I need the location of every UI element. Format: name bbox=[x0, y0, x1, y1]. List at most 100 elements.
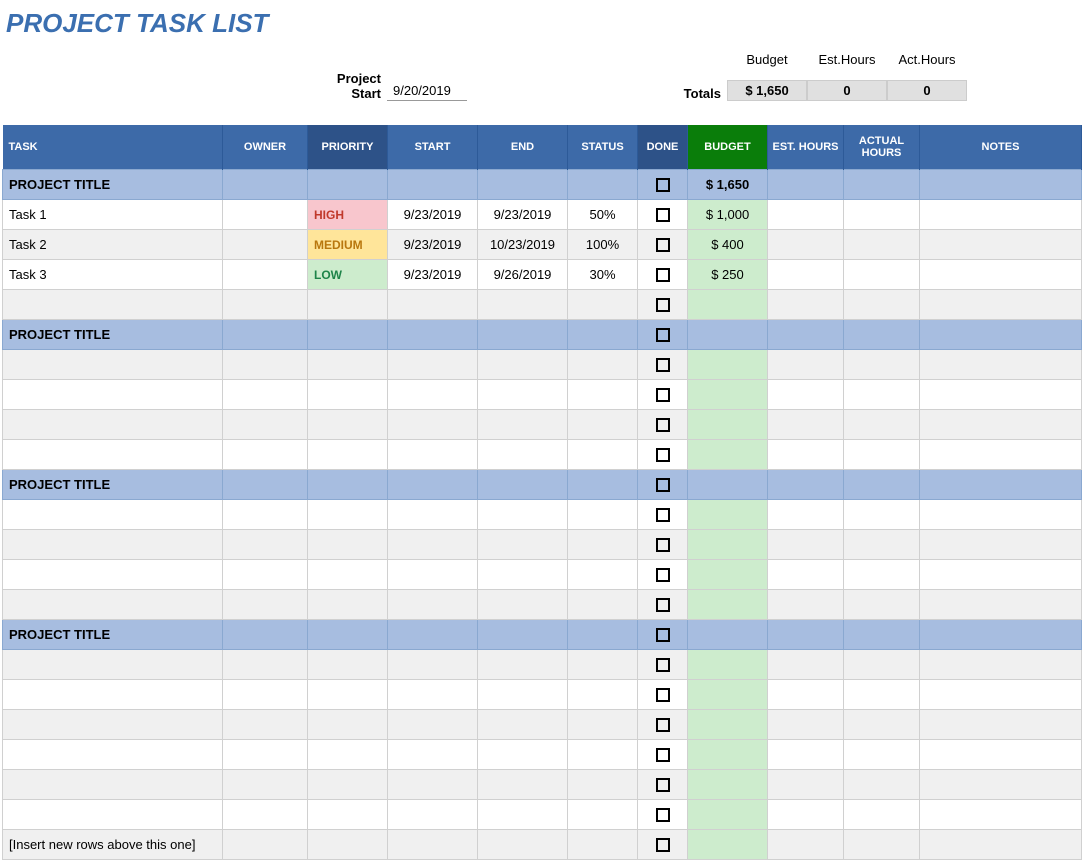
budget-cell[interactable]: $ 1,000 bbox=[688, 200, 768, 230]
actual-hours-cell[interactable] bbox=[844, 830, 920, 860]
priority-cell[interactable] bbox=[308, 530, 388, 560]
start-cell[interactable] bbox=[388, 470, 478, 500]
priority-cell[interactable] bbox=[308, 470, 388, 500]
footer-text[interactable]: [Insert new rows above this one] bbox=[3, 830, 223, 860]
budget-cell[interactable] bbox=[688, 380, 768, 410]
end-cell[interactable]: 10/23/2019 bbox=[478, 230, 568, 260]
task-cell[interactable]: PROJECT TITLE bbox=[3, 620, 223, 650]
task-cell[interactable] bbox=[3, 410, 223, 440]
budget-cell[interactable] bbox=[688, 830, 768, 860]
task-cell[interactable]: Task 2 bbox=[3, 230, 223, 260]
est-hours-cell[interactable] bbox=[768, 290, 844, 320]
notes-cell[interactable] bbox=[920, 230, 1082, 260]
actual-hours-cell[interactable] bbox=[844, 470, 920, 500]
task-cell[interactable] bbox=[3, 770, 223, 800]
notes-cell[interactable] bbox=[920, 440, 1082, 470]
est-hours-cell[interactable] bbox=[768, 800, 844, 830]
est-hours-cell[interactable] bbox=[768, 560, 844, 590]
checkbox-icon[interactable] bbox=[656, 718, 670, 732]
budget-cell[interactable] bbox=[688, 500, 768, 530]
done-checkbox[interactable] bbox=[638, 410, 688, 440]
checkbox-icon[interactable] bbox=[656, 478, 670, 492]
task-cell[interactable] bbox=[3, 800, 223, 830]
done-checkbox[interactable] bbox=[638, 800, 688, 830]
end-cell[interactable]: 9/23/2019 bbox=[478, 200, 568, 230]
status-cell[interactable] bbox=[568, 320, 638, 350]
done-checkbox[interactable] bbox=[638, 770, 688, 800]
owner-cell[interactable] bbox=[223, 470, 308, 500]
owner-cell[interactable] bbox=[223, 440, 308, 470]
priority-cell[interactable]: MEDIUM bbox=[308, 230, 388, 260]
est-hours-cell[interactable] bbox=[768, 320, 844, 350]
actual-hours-cell[interactable] bbox=[844, 800, 920, 830]
budget-cell[interactable]: $ 400 bbox=[688, 230, 768, 260]
priority-cell[interactable] bbox=[308, 800, 388, 830]
status-cell[interactable] bbox=[568, 710, 638, 740]
done-checkbox[interactable] bbox=[638, 620, 688, 650]
end-cell[interactable] bbox=[478, 530, 568, 560]
owner-cell[interactable] bbox=[223, 230, 308, 260]
actual-hours-cell[interactable] bbox=[844, 530, 920, 560]
actual-hours-cell[interactable] bbox=[844, 290, 920, 320]
notes-cell[interactable] bbox=[920, 530, 1082, 560]
notes-cell[interactable] bbox=[920, 680, 1082, 710]
budget-cell[interactable] bbox=[688, 770, 768, 800]
done-checkbox[interactable] bbox=[638, 740, 688, 770]
est-hours-cell[interactable] bbox=[768, 200, 844, 230]
task-cell[interactable] bbox=[3, 380, 223, 410]
priority-cell[interactable] bbox=[308, 650, 388, 680]
start-cell[interactable] bbox=[388, 170, 478, 200]
status-cell[interactable] bbox=[568, 470, 638, 500]
budget-cell[interactable] bbox=[688, 620, 768, 650]
est-hours-cell[interactable] bbox=[768, 770, 844, 800]
priority-cell[interactable] bbox=[308, 620, 388, 650]
checkbox-icon[interactable] bbox=[656, 808, 670, 822]
start-cell[interactable] bbox=[388, 380, 478, 410]
owner-cell[interactable] bbox=[223, 590, 308, 620]
start-cell[interactable] bbox=[388, 530, 478, 560]
priority-cell[interactable]: LOW bbox=[308, 260, 388, 290]
priority-cell[interactable]: HIGH bbox=[308, 200, 388, 230]
done-checkbox[interactable] bbox=[638, 260, 688, 290]
notes-cell[interactable] bbox=[920, 560, 1082, 590]
actual-hours-cell[interactable] bbox=[844, 560, 920, 590]
task-cell[interactable] bbox=[3, 740, 223, 770]
checkbox-icon[interactable] bbox=[656, 838, 670, 852]
done-checkbox[interactable] bbox=[638, 500, 688, 530]
start-cell[interactable] bbox=[388, 680, 478, 710]
est-hours-cell[interactable] bbox=[768, 620, 844, 650]
checkbox-icon[interactable] bbox=[656, 688, 670, 702]
checkbox-icon[interactable] bbox=[656, 778, 670, 792]
budget-cell[interactable] bbox=[688, 320, 768, 350]
start-cell[interactable] bbox=[388, 740, 478, 770]
notes-cell[interactable] bbox=[920, 740, 1082, 770]
budget-cell[interactable] bbox=[688, 440, 768, 470]
budget-cell[interactable]: $ 1,650 bbox=[688, 170, 768, 200]
done-checkbox[interactable] bbox=[638, 590, 688, 620]
done-checkbox[interactable] bbox=[638, 290, 688, 320]
actual-hours-cell[interactable] bbox=[844, 410, 920, 440]
start-cell[interactable]: 9/23/2019 bbox=[388, 260, 478, 290]
checkbox-icon[interactable] bbox=[656, 418, 670, 432]
notes-cell[interactable] bbox=[920, 290, 1082, 320]
priority-cell[interactable] bbox=[308, 440, 388, 470]
end-cell[interactable] bbox=[478, 620, 568, 650]
end-cell[interactable] bbox=[478, 440, 568, 470]
actual-hours-cell[interactable] bbox=[844, 380, 920, 410]
task-cell[interactable] bbox=[3, 350, 223, 380]
task-cell[interactable] bbox=[3, 590, 223, 620]
est-hours-cell[interactable] bbox=[768, 350, 844, 380]
start-cell[interactable] bbox=[388, 770, 478, 800]
owner-cell[interactable] bbox=[223, 260, 308, 290]
status-cell[interactable] bbox=[568, 500, 638, 530]
start-cell[interactable] bbox=[388, 290, 478, 320]
task-cell[interactable] bbox=[3, 440, 223, 470]
checkbox-icon[interactable] bbox=[656, 178, 670, 192]
est-hours-cell[interactable] bbox=[768, 410, 844, 440]
start-cell[interactable]: 9/23/2019 bbox=[388, 200, 478, 230]
budget-cell[interactable] bbox=[688, 740, 768, 770]
task-cell[interactable] bbox=[3, 560, 223, 590]
budget-cell[interactable] bbox=[688, 290, 768, 320]
done-checkbox[interactable] bbox=[638, 320, 688, 350]
priority-cell[interactable] bbox=[308, 740, 388, 770]
